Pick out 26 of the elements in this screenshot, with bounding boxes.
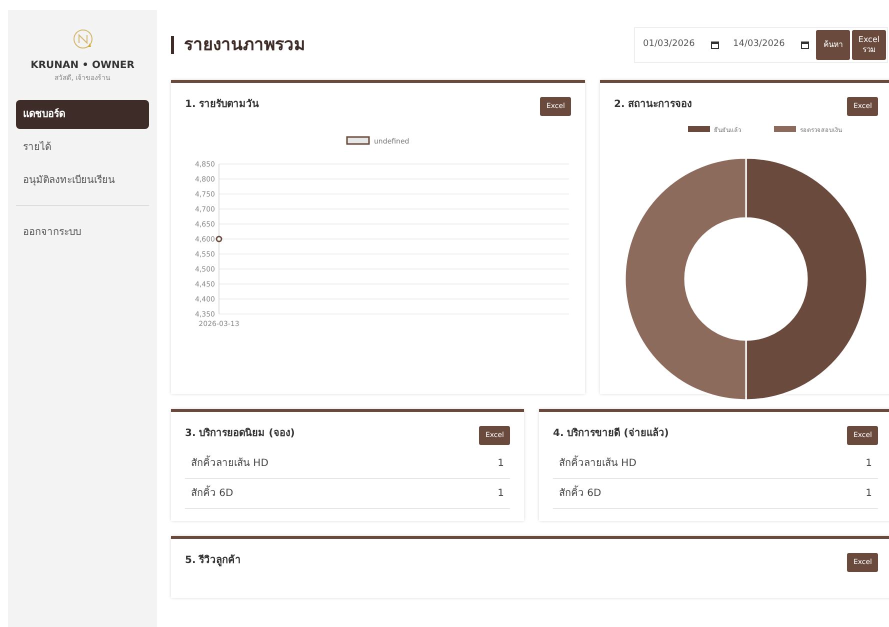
date-field[interactable]: 01/03/2026: [641, 37, 701, 53]
service-name: สักคิ้วลายเส้น HD: [559, 456, 636, 470]
service-count: 1: [498, 456, 504, 470]
card-title: 3. บริการยอดนิยม (จอง): [185, 426, 295, 441]
sidebar-item[interactable]: แดชบอร์ด: [16, 100, 149, 128]
calendar-icon[interactable]: [801, 41, 809, 49]
sidebar-item[interactable]: อนุมัติลงทะเบียนเรียน: [16, 166, 149, 194]
service-count: 1: [866, 486, 872, 500]
card-title: 4. บริการขายดี (จ่ายแล้ว): [553, 426, 669, 441]
calendar-icon[interactable]: [711, 41, 719, 49]
service-count: 1: [866, 456, 872, 470]
service-count: 1: [498, 486, 504, 500]
card-title: 5. รีวิวลูกค้า: [185, 553, 242, 568]
date-field[interactable]: 14/03/2026: [731, 37, 791, 53]
sidebar-item[interactable]: รายได้: [16, 132, 149, 162]
card-title: 1. รายรับตามวัน: [185, 98, 260, 112]
service-name: สักคิ้วลายเส้น HD: [191, 456, 268, 470]
service-name: สักคิ้ว 6D: [191, 486, 234, 500]
service-name: สักคิ้ว 6D: [559, 486, 602, 500]
brand-name: KRUNAN • OWNER: [30, 59, 136, 73]
export-button[interactable]: Excel รวม: [852, 30, 886, 60]
search-button[interactable]: ค้นหา: [816, 30, 850, 60]
page-title: รายงานภาพรวม: [171, 36, 305, 54]
data-point: [216, 235, 222, 242]
card-title: 2. สถานะการจอง: [614, 98, 692, 112]
logout-link[interactable]: ออกจากระบบ: [16, 218, 149, 246]
